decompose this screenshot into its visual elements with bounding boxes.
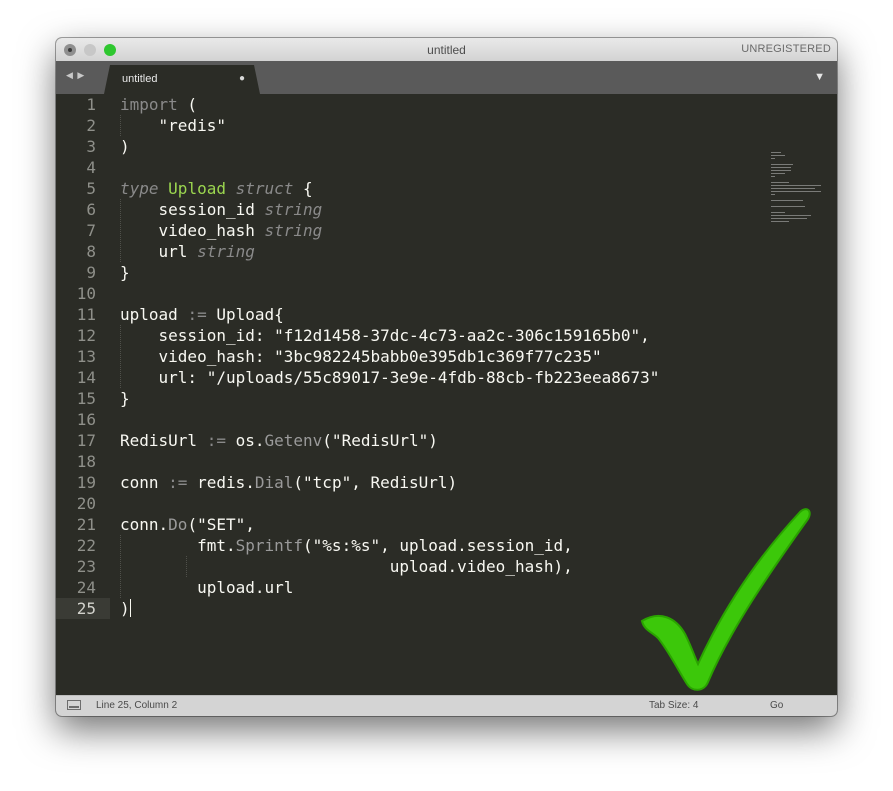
indent-guide [186,556,187,577]
tab-untitled[interactable]: untitled ● [104,65,260,94]
code-text[interactable]: RedisUrl := os.Getenv("RedisUrl") [120,430,438,451]
line-number: 24 [76,578,96,597]
code-text[interactable]: upload.url [120,577,293,598]
code-line[interactable]: 11 upload := Upload{ [56,304,837,325]
code-line[interactable]: 1 import ( [56,94,837,115]
code-text[interactable]: upload := Upload{ [120,304,284,325]
code-line[interactable]: 14 url: "/uploads/55c89017-3e9e-4fdb-88c… [56,367,837,388]
indent-guide [120,325,121,388]
code-line[interactable]: 15} [56,388,837,409]
code-line[interactable]: 13 video_hash: "3bc982245babb0e395db1c36… [56,346,837,367]
code-text[interactable]: url string [120,241,255,262]
line-number: 23 [76,557,96,576]
indent-guide [120,115,121,136]
unregistered-label: UNREGISTERED [741,43,831,55]
line-number: 2 [86,116,96,135]
code-line[interactable]: 2 "redis" [56,115,837,136]
code-line[interactable]: 5 type Upload struct { [56,178,837,199]
tab-dropdown-icon[interactable]: ▼ [814,71,825,83]
line-number: 21 [76,515,96,534]
code-line[interactable]: 9} [56,262,837,283]
title-bar: untitled UNREGISTERED [56,38,837,61]
line-number: 5 [86,179,96,198]
line-number: 16 [76,410,96,429]
line-number: 19 [76,473,96,492]
code-text[interactable]: upload.video_hash), [120,556,573,577]
code-line[interactable]: 17 RedisUrl := os.Getenv("RedisUrl") [56,430,837,451]
code-text[interactable]: url: "/uploads/55c89017-3e9e-4fdb-88cb-f… [120,367,660,388]
code-line[interactable]: 8 url string [56,241,837,262]
line-number: 4 [86,158,96,177]
text-caret [129,599,131,617]
checkmark-icon [640,508,811,691]
line-number: 14 [76,368,96,387]
code-line[interactable]: 18 [56,451,837,472]
syntax-setting[interactable]: Go [770,700,783,711]
indent-guide [120,535,121,598]
code-text[interactable]: ) [120,136,130,157]
line-number: 9 [86,263,96,282]
tab-bar: ◀ ▶ untitled ● ▼ [56,61,837,94]
code-text[interactable]: session_id string [120,199,323,220]
line-number: 8 [86,242,96,261]
code-text[interactable]: conn.Do("SET", [120,514,255,535]
line-number: 22 [76,536,96,555]
code-text[interactable]: "redis" [120,115,226,136]
code-text[interactable]: video_hash: "3bc982245babb0e395db1c369f7… [120,346,602,367]
line-number: 10 [76,284,96,303]
cursor-position: Line 25, Column 2 [96,700,178,711]
line-number: 7 [86,221,96,240]
code-text[interactable]: } [120,262,130,283]
code-line[interactable]: 12 session_id: "f12d1458-37dc-4c73-aa2c-… [56,325,837,346]
tab-label: untitled [122,73,158,85]
code-line[interactable]: 7 video_hash string [56,220,837,241]
window-title: untitled [427,43,466,57]
panel-toggle-icon[interactable] [67,700,81,710]
line-number: 25 [76,599,96,618]
tab-size-setting[interactable]: Tab Size: 4 [649,700,698,711]
indent-guide [120,199,121,262]
line-number: 18 [76,452,96,471]
code-line[interactable]: 10 [56,283,837,304]
line-number: 13 [76,347,96,366]
code-text[interactable]: conn := redis.Dial("tcp", RedisUrl) [120,472,457,493]
code-line[interactable]: 3) [56,136,837,157]
tab-modified-dot-icon[interactable]: ● [239,73,245,84]
line-number: 17 [76,431,96,450]
line-number: 1 [86,95,96,114]
code-line[interactable]: 4 [56,157,837,178]
code-text[interactable]: type Upload struct { [120,178,313,199]
line-number: 11 [76,305,96,324]
code-line[interactable]: 16 [56,409,837,430]
code-line[interactable]: 19 conn := redis.Dial("tcp", RedisUrl) [56,472,837,493]
code-text[interactable]: ) [120,598,131,619]
code-text[interactable]: fmt.Sprintf("%s:%s", upload.session_id, [120,535,573,556]
code-text[interactable]: video_hash string [120,220,323,241]
line-number: 6 [86,200,96,219]
line-number: 3 [86,137,96,156]
code-line[interactable]: 6 session_id string [56,199,837,220]
line-number: 20 [76,494,96,513]
line-number: 15 [76,389,96,408]
tab-nav-arrows-icon[interactable]: ◀ ▶ [66,70,85,81]
line-number: 12 [76,326,96,345]
code-text[interactable]: } [120,388,130,409]
code-text[interactable]: import ( [120,94,197,115]
code-text[interactable]: session_id: "f12d1458-37dc-4c73-aa2c-306… [120,325,650,346]
